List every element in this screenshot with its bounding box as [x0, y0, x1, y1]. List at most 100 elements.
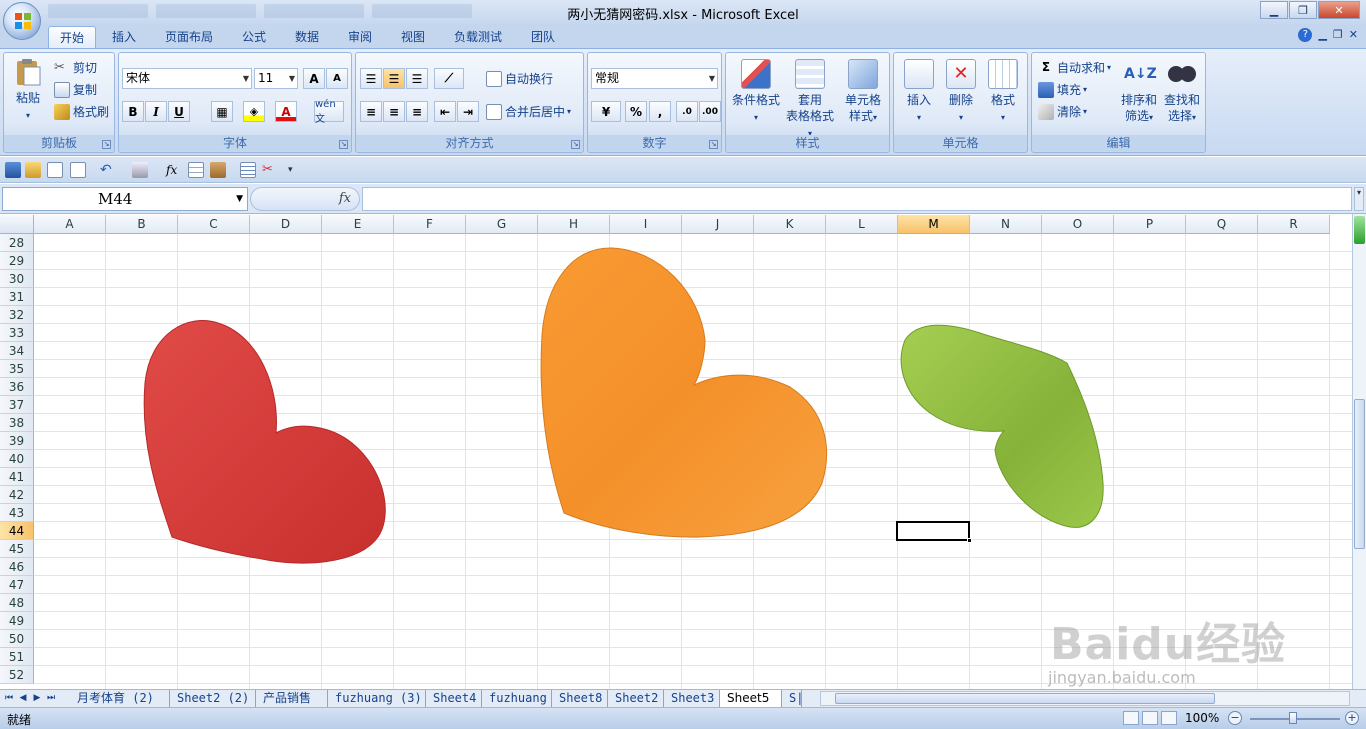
page-break-view-icon[interactable]	[1161, 711, 1177, 725]
formula-input[interactable]	[362, 187, 1352, 211]
sort-icon[interactable]	[132, 162, 148, 178]
phonetic-button[interactable]: wén 文	[314, 99, 344, 125]
paste-special-icon[interactable]	[210, 162, 226, 178]
vertical-scrollbar[interactable]	[1352, 214, 1366, 689]
print-preview-icon[interactable]	[47, 162, 63, 178]
last-sheet-icon[interactable]: ⏭	[46, 691, 56, 706]
format-painter-button[interactable]: 格式刷	[54, 103, 109, 120]
minimize-button[interactable]: ▁	[1260, 1, 1288, 19]
zoom-level[interactable]: 100%	[1185, 711, 1219, 725]
print-icon[interactable]	[70, 162, 86, 178]
find-select-button[interactable]: 查找和 选择▾	[1161, 59, 1203, 126]
autosum-button[interactable]: Σ 自动求和 ▾	[1038, 59, 1111, 76]
font-color-button[interactable]: A	[275, 101, 297, 122]
tab-insert[interactable]: 插入	[104, 26, 144, 48]
customize-qat-icon[interactable]: ▾	[288, 162, 304, 178]
decrease-indent-button[interactable]: ⇤	[434, 101, 456, 122]
ribbon-restore-icon[interactable]: ❐	[1333, 28, 1343, 42]
ribbon-minimize-icon[interactable]: ▁	[1318, 28, 1326, 42]
normal-view-icon[interactable]	[1123, 711, 1139, 725]
horizontal-scroll-thumb[interactable]	[835, 693, 1215, 704]
list-icon[interactable]	[240, 162, 256, 178]
table-icon[interactable]	[188, 162, 204, 178]
orientation-button[interactable]: ⟋	[434, 68, 464, 89]
fx-icon[interactable]: fx	[339, 191, 351, 206]
shrink-font-button[interactable]: A	[326, 68, 348, 89]
sheet-tab[interactable]: fuzhuang	[482, 690, 552, 707]
sheet-tab[interactable]: fuzhuang (3)	[328, 690, 426, 707]
zoom-slider-thumb[interactable]	[1289, 712, 1297, 724]
save-icon[interactable]	[5, 162, 21, 178]
split-box-icon[interactable]	[1354, 216, 1365, 244]
tab-formulas[interactable]: 公式	[232, 26, 276, 48]
tab-view[interactable]: 视图	[393, 26, 433, 48]
page-layout-view-icon[interactable]	[1142, 711, 1158, 725]
format-as-table-button[interactable]: 套用 表格格式▾	[784, 59, 836, 142]
help-icon[interactable]: ?	[1298, 28, 1313, 42]
insert-function-icon[interactable]: fx	[166, 162, 182, 178]
sheet-tab[interactable]: Sheet3	[664, 690, 720, 707]
clear-button[interactable]: 清除 ▾	[1038, 103, 1087, 120]
conditional-format-button[interactable]: 条件格式 ▾	[730, 59, 782, 126]
prev-sheet-icon[interactable]: ◀	[18, 691, 28, 706]
italic-button[interactable]: I	[145, 101, 167, 122]
copy-button[interactable]: 复制	[54, 81, 97, 98]
tab-load-test[interactable]: 负载测试	[448, 26, 508, 48]
open-icon[interactable]	[25, 162, 41, 178]
number-format-select[interactable]: 常规 ▼	[591, 68, 718, 89]
sheet-tab[interactable]: S|	[782, 690, 802, 707]
clear-format-icon[interactable]: ✂	[262, 162, 278, 178]
font-size-select[interactable]: 11 ▼	[254, 68, 298, 89]
close-button[interactable]: ✕	[1318, 1, 1360, 19]
active-cell-M44[interactable]	[896, 521, 972, 543]
first-sheet-icon[interactable]: ⏮	[4, 691, 14, 706]
orange-heart-shape[interactable]	[540, 247, 828, 538]
office-button[interactable]	[3, 2, 41, 40]
insert-cells-button[interactable]: 插入 ▾	[898, 59, 940, 126]
red-heart-shape[interactable]	[143, 320, 386, 564]
merge-center-button[interactable]: 合并后居中 ▾	[486, 103, 571, 120]
align-right-button[interactable]: ≡	[406, 101, 428, 122]
font-name-select[interactable]: 宋体 ▼	[122, 68, 252, 89]
currency-button[interactable]: ¥	[591, 101, 621, 122]
zoom-in-icon[interactable]: +	[1345, 711, 1359, 725]
sheet-tab[interactable]: 产品销售	[256, 690, 328, 707]
fill-color-button[interactable]: ◈	[243, 101, 265, 122]
align-left-button[interactable]: ≡	[360, 101, 382, 122]
zoom-out-icon[interactable]: −	[1228, 711, 1242, 725]
sort-filter-button[interactable]: A↓Z 排序和 筛选▾	[1118, 59, 1160, 126]
expand-formula-bar-icon[interactable]: ▾	[1354, 187, 1364, 211]
paste-button[interactable]: 粘贴 ▾	[8, 57, 48, 124]
sheet-tab[interactable]: Sheet2	[608, 690, 664, 707]
delete-cells-button[interactable]: ✕ 删除 ▾	[940, 59, 982, 126]
align-middle-button[interactable]: ☰	[383, 68, 405, 89]
font-launcher-icon[interactable]: ↘	[339, 140, 348, 149]
fill-button[interactable]: 填充 ▾	[1038, 81, 1087, 98]
alignment-launcher-icon[interactable]: ↘	[571, 140, 580, 149]
green-heart-shape[interactable]	[900, 324, 1104, 528]
tab-data[interactable]: 数据	[287, 26, 327, 48]
tab-home[interactable]: 开始	[48, 26, 96, 48]
align-top-button[interactable]: ☰	[360, 68, 382, 89]
percent-button[interactable]: %	[625, 101, 647, 122]
cell-styles-button[interactable]: 单元格 样式▾	[838, 59, 888, 126]
sheet-tab[interactable]: 月考体育 (2)	[70, 690, 170, 707]
undo-icon[interactable]: ↶	[100, 162, 116, 178]
worksheet-grid[interactable]: ABCDEFGHIJKLMNOPQR 28 29 30 31 32 33 34 35 36 37 3…	[0, 215, 1352, 689]
horizontal-scrollbar[interactable]	[820, 691, 1350, 706]
increase-decimal-button[interactable]: .0	[676, 101, 698, 122]
borders-button[interactable]: ▦	[211, 101, 233, 122]
maximize-button[interactable]: ❐	[1289, 1, 1317, 19]
tab-review[interactable]: 审阅	[340, 26, 380, 48]
increase-indent-button[interactable]: ⇥	[457, 101, 479, 122]
grow-font-button[interactable]: A	[303, 68, 325, 89]
align-bottom-button[interactable]: ☰	[406, 68, 428, 89]
next-sheet-icon[interactable]: ▶	[32, 691, 42, 706]
decrease-decimal-button[interactable]: .00	[699, 101, 721, 122]
fill-handle[interactable]	[967, 538, 972, 543]
align-center-button[interactable]: ≡	[383, 101, 405, 122]
number-launcher-icon[interactable]: ↘	[709, 140, 718, 149]
clipboard-launcher-icon[interactable]: ↘	[102, 140, 111, 149]
vertical-scroll-thumb[interactable]	[1354, 399, 1365, 549]
wrap-text-button[interactable]: 自动换行	[486, 70, 553, 87]
